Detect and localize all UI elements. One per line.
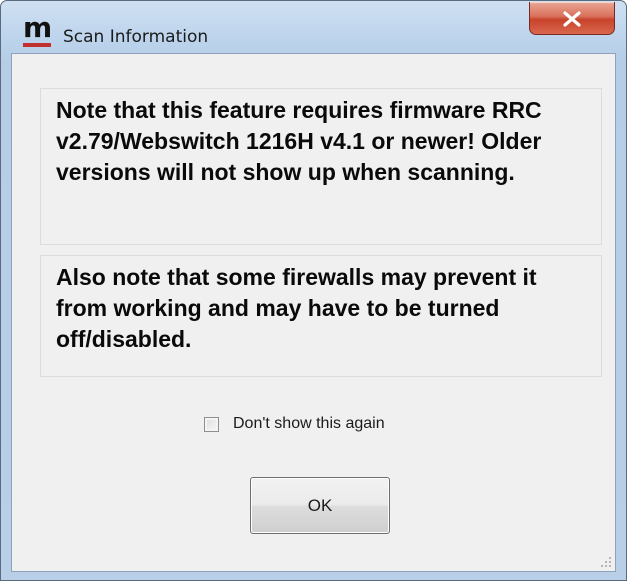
- app-logo-underline: [23, 43, 51, 47]
- title-bar[interactable]: m Scan Information: [1, 1, 626, 53]
- dont-show-again-label[interactable]: Don't show this again: [233, 415, 385, 433]
- resize-grip-icon[interactable]: [598, 554, 612, 568]
- close-button[interactable]: [529, 2, 615, 35]
- app-logo-letter: m: [23, 11, 53, 44]
- dialog-content: Note that this feature requires firmware…: [11, 53, 616, 572]
- window-title: Scan Information: [63, 27, 209, 47]
- ok-button[interactable]: OK: [250, 477, 390, 534]
- firewall-note: Also note that some firewalls may preven…: [40, 255, 602, 377]
- app-logo-icon: m: [23, 14, 53, 47]
- dialog-window: m Scan Information Note that this featur…: [0, 0, 627, 581]
- dont-show-again-checkbox[interactable]: [204, 416, 219, 432]
- dont-show-again-option[interactable]: Don't show this again: [204, 413, 385, 435]
- close-icon: [563, 11, 581, 27]
- firmware-note: Note that this feature requires firmware…: [40, 88, 602, 245]
